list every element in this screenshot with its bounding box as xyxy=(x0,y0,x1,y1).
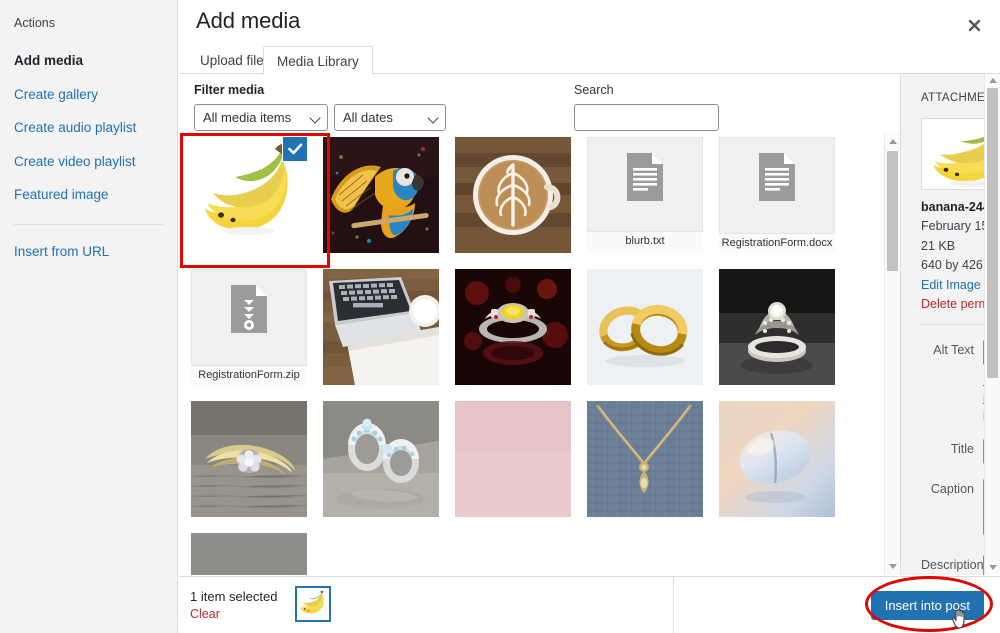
sidebar-divider xyxy=(14,223,163,225)
modal-tabs: Upload files Media Library xyxy=(179,46,1000,75)
macaw-image xyxy=(323,137,439,253)
sidebar-item-label: Featured image xyxy=(14,187,109,203)
doc-icon xyxy=(759,153,795,201)
tab-label: Media Library xyxy=(277,54,359,69)
sidebar-item-label: Create gallery xyxy=(14,86,99,102)
footer-divider xyxy=(673,577,674,633)
sidebar-item-insert-from-url[interactable]: Insert from URL xyxy=(0,235,177,269)
laptop-image xyxy=(323,269,439,385)
media-item-macaw[interactable] xyxy=(323,137,439,253)
details-scrollbar[interactable] xyxy=(984,74,1000,575)
banana-thumbnail-image xyxy=(297,590,329,618)
topaz-rings-image xyxy=(323,401,439,517)
sidebar-item-create-video-playlist[interactable]: Create video playlist xyxy=(0,145,177,179)
media-item-necklace-denim[interactable] xyxy=(587,401,703,517)
necklace-image xyxy=(587,401,703,517)
media-item-cluster-ring[interactable] xyxy=(191,401,307,517)
close-icon[interactable] xyxy=(958,9,990,41)
grid-scrollbar[interactable] xyxy=(884,133,900,575)
scrollbar-thumb[interactable] xyxy=(887,151,898,271)
sidebar-item-label: Insert from URL xyxy=(14,243,110,259)
page-title: Add media xyxy=(196,8,301,33)
selection-count: 1 item selected xyxy=(190,589,278,604)
ruby-ring-image xyxy=(455,269,571,385)
media-grid-area: blurb.txt RegistrationForm.docx Registra… xyxy=(179,133,900,575)
caption-label: Caption xyxy=(930,482,974,497)
media-type-select[interactable]: All media items xyxy=(194,104,328,131)
file-name-label: RegistrationForm.zip xyxy=(191,365,307,385)
latte-image xyxy=(455,137,571,253)
file-name-label: RegistrationForm.docx xyxy=(719,233,835,253)
actions-sidebar: Actions Add media Create gallery Create … xyxy=(0,0,178,633)
media-item-diamond-ring-dark[interactable] xyxy=(719,269,835,385)
search-label: Search xyxy=(574,83,614,97)
modal-footer: 1 item selected Clear Insert into post xyxy=(179,576,1000,633)
gold-rings-image xyxy=(587,269,703,385)
cluster-ring-image xyxy=(191,401,307,517)
media-item-laptop[interactable] xyxy=(323,269,439,385)
description-label: Description xyxy=(921,558,984,573)
date-filter-value: All dates xyxy=(343,110,393,125)
actions-heading: Actions xyxy=(14,16,55,30)
scroll-up-arrow-icon[interactable] xyxy=(889,139,897,144)
file-name-label: blurb.txt xyxy=(587,231,703,253)
pink-image xyxy=(455,401,571,517)
media-modal: Add media Upload files Media Library Fil… xyxy=(179,0,1000,633)
selected-item-thumbnail[interactable] xyxy=(295,586,331,622)
sidebar-item-label: Create video playlist xyxy=(14,153,136,169)
media-toolbar: Filter media All media items All dates S… xyxy=(179,74,900,133)
filter-media-label: Filter media xyxy=(194,83,265,97)
insert-into-post-button[interactable]: Insert into post xyxy=(870,591,984,620)
media-item-gold-rings[interactable] xyxy=(587,269,703,385)
moonstone-image xyxy=(719,401,835,517)
checkmark-icon[interactable] xyxy=(282,137,307,162)
media-item-gold-gems[interactable] xyxy=(191,533,307,575)
sidebar-item-featured-image[interactable]: Featured image xyxy=(0,178,177,212)
tab-label: Upload files xyxy=(200,53,271,68)
sidebar-item-create-audio-playlist[interactable]: Create audio playlist xyxy=(0,111,177,145)
alt-text-label: Alt Text xyxy=(933,343,974,358)
clear-selection-link[interactable]: Clear xyxy=(190,607,220,621)
media-item-bananas[interactable] xyxy=(191,137,307,253)
diamond-ring-image xyxy=(719,269,835,385)
media-item-blue-topaz-rings[interactable] xyxy=(323,401,439,517)
gold-gems-image xyxy=(191,533,307,575)
sidebar-item-label: Add media xyxy=(14,53,84,68)
doc-icon xyxy=(627,153,663,201)
zip-icon xyxy=(231,285,267,333)
sidebar-item-add-media[interactable]: Add media xyxy=(0,44,177,78)
title-label: Title xyxy=(950,442,974,457)
sidebar-item-label: Create audio playlist xyxy=(14,120,137,136)
media-item-latte[interactable] xyxy=(455,137,571,253)
scroll-down-arrow-icon[interactable] xyxy=(989,565,997,570)
search-input[interactable] xyxy=(574,104,719,131)
media-item-registrationform-docx[interactable]: RegistrationForm.docx xyxy=(719,137,835,253)
media-item-moonstone[interactable] xyxy=(719,401,835,517)
tab-media-library[interactable]: Media Library xyxy=(263,46,373,75)
scroll-up-arrow-icon[interactable] xyxy=(989,78,997,83)
date-filter-select[interactable]: All dates xyxy=(334,104,446,131)
chevron-down-icon xyxy=(427,112,439,124)
scroll-down-arrow-icon[interactable] xyxy=(889,564,897,569)
add-media-modal-screen: Actions Add media Create gallery Create … xyxy=(0,0,1000,633)
sidebar-item-create-gallery[interactable]: Create gallery xyxy=(0,78,177,112)
media-item-registrationform-zip[interactable]: RegistrationForm.zip xyxy=(191,269,307,385)
media-type-value: All media items xyxy=(203,110,292,125)
media-item-pink-blank[interactable] xyxy=(455,401,571,517)
media-item-ruby-ring[interactable] xyxy=(455,269,571,385)
chevron-down-icon xyxy=(309,112,321,124)
media-grid: blurb.txt RegistrationForm.docx Registra… xyxy=(191,137,887,575)
media-item-blurb-txt[interactable]: blurb.txt xyxy=(587,137,703,253)
scrollbar-thumb[interactable] xyxy=(987,88,998,378)
